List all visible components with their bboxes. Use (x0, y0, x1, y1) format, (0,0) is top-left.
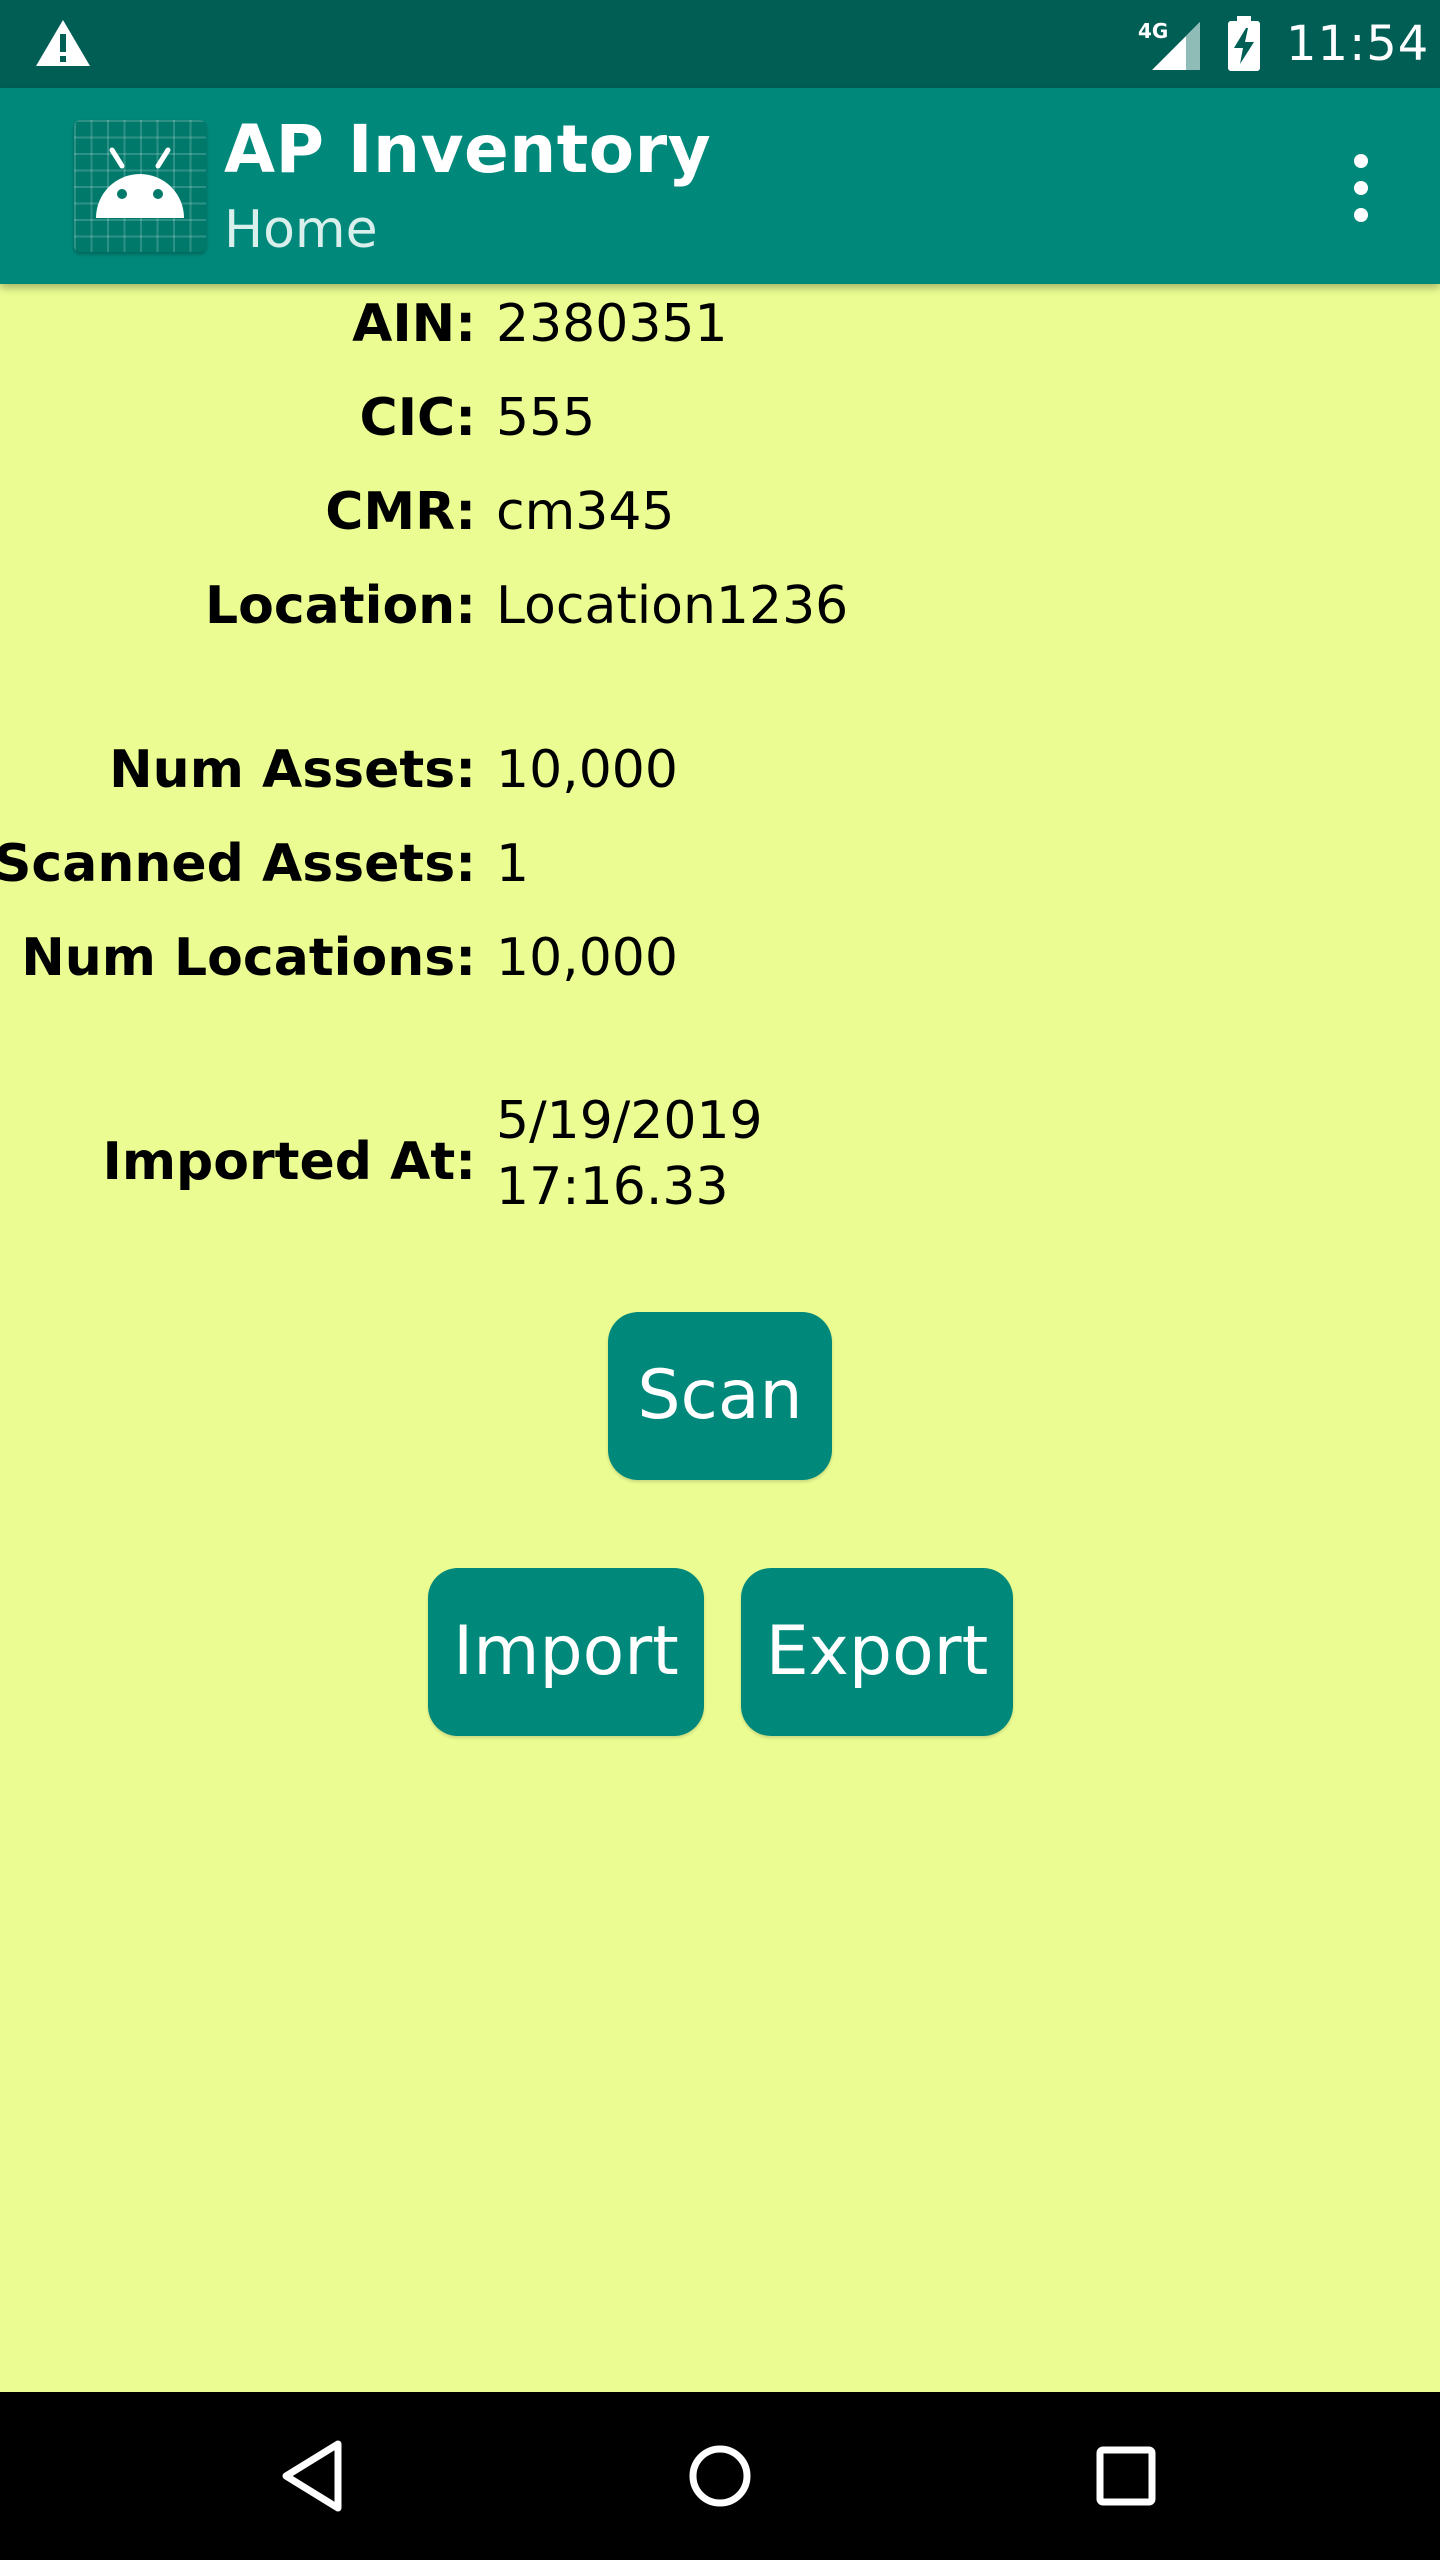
scanned-assets-row: Scanned Assets: 1 (0, 824, 1440, 904)
location-label: Location: (205, 576, 476, 636)
cic-row: CIC: 555 (0, 378, 1440, 458)
imported-at-row: Imported At: 5/19/2019 17:16.33 (0, 1088, 1440, 1236)
cmr-label: CMR: (325, 482, 476, 542)
ain-label: AIN: (352, 294, 476, 354)
ain-value: 2380351 (496, 294, 728, 354)
signal-icon: 4G (1138, 19, 1200, 70)
navigation-bar (0, 2392, 1440, 2560)
scan-button[interactable]: Scan (608, 1312, 832, 1480)
scanned-assets-value: 1 (496, 834, 530, 894)
cic-label: CIC: (359, 388, 476, 448)
imported-at-label: Imported At: (102, 1132, 476, 1192)
imported-at-date: 5/19/2019 (496, 1091, 763, 1151)
import-button[interactable]: Import (428, 1568, 704, 1736)
more-vert-icon[interactable] (1338, 148, 1386, 228)
location-value: Location1236 (496, 576, 849, 636)
home-icon[interactable] (680, 2436, 760, 2516)
scanned-assets-label: Scanned Assets: (0, 834, 476, 894)
warning-icon (36, 20, 90, 66)
num-assets-value: 10,000 (496, 740, 678, 800)
imported-at-value: 5/19/2019 17:16.33 (496, 1088, 763, 1220)
status-bar: 4G 11:54 (0, 0, 1440, 88)
app-bar: AP Inventory Home (0, 88, 1440, 284)
app-title: AP Inventory (224, 111, 712, 188)
imported-at-time: 17:16.33 (496, 1157, 729, 1217)
location-row: Location: Location1236 (0, 566, 1440, 646)
export-button[interactable]: Export (741, 1568, 1013, 1736)
num-assets-label: Num Assets: (109, 740, 476, 800)
num-locations-label: Num Locations: (21, 928, 476, 988)
num-assets-row: Num Assets: 10,000 (0, 730, 1440, 810)
num-locations-row: Num Locations: 10,000 (0, 918, 1440, 998)
back-icon[interactable] (276, 2436, 356, 2516)
num-locations-value: 10,000 (496, 928, 678, 988)
battery-charging-icon (1228, 16, 1260, 71)
clock: 11:54 (1286, 16, 1430, 72)
ain-row: AIN: 2380351 (0, 284, 1440, 364)
page-subtitle: Home (224, 200, 378, 260)
cic-value: 555 (496, 388, 596, 448)
cmr-row: CMR: cm345 (0, 472, 1440, 552)
network-type-label: 4G (1138, 19, 1168, 43)
android-app-icon (74, 120, 206, 252)
cmr-value: cm345 (496, 482, 675, 542)
recents-icon[interactable] (1086, 2436, 1166, 2516)
